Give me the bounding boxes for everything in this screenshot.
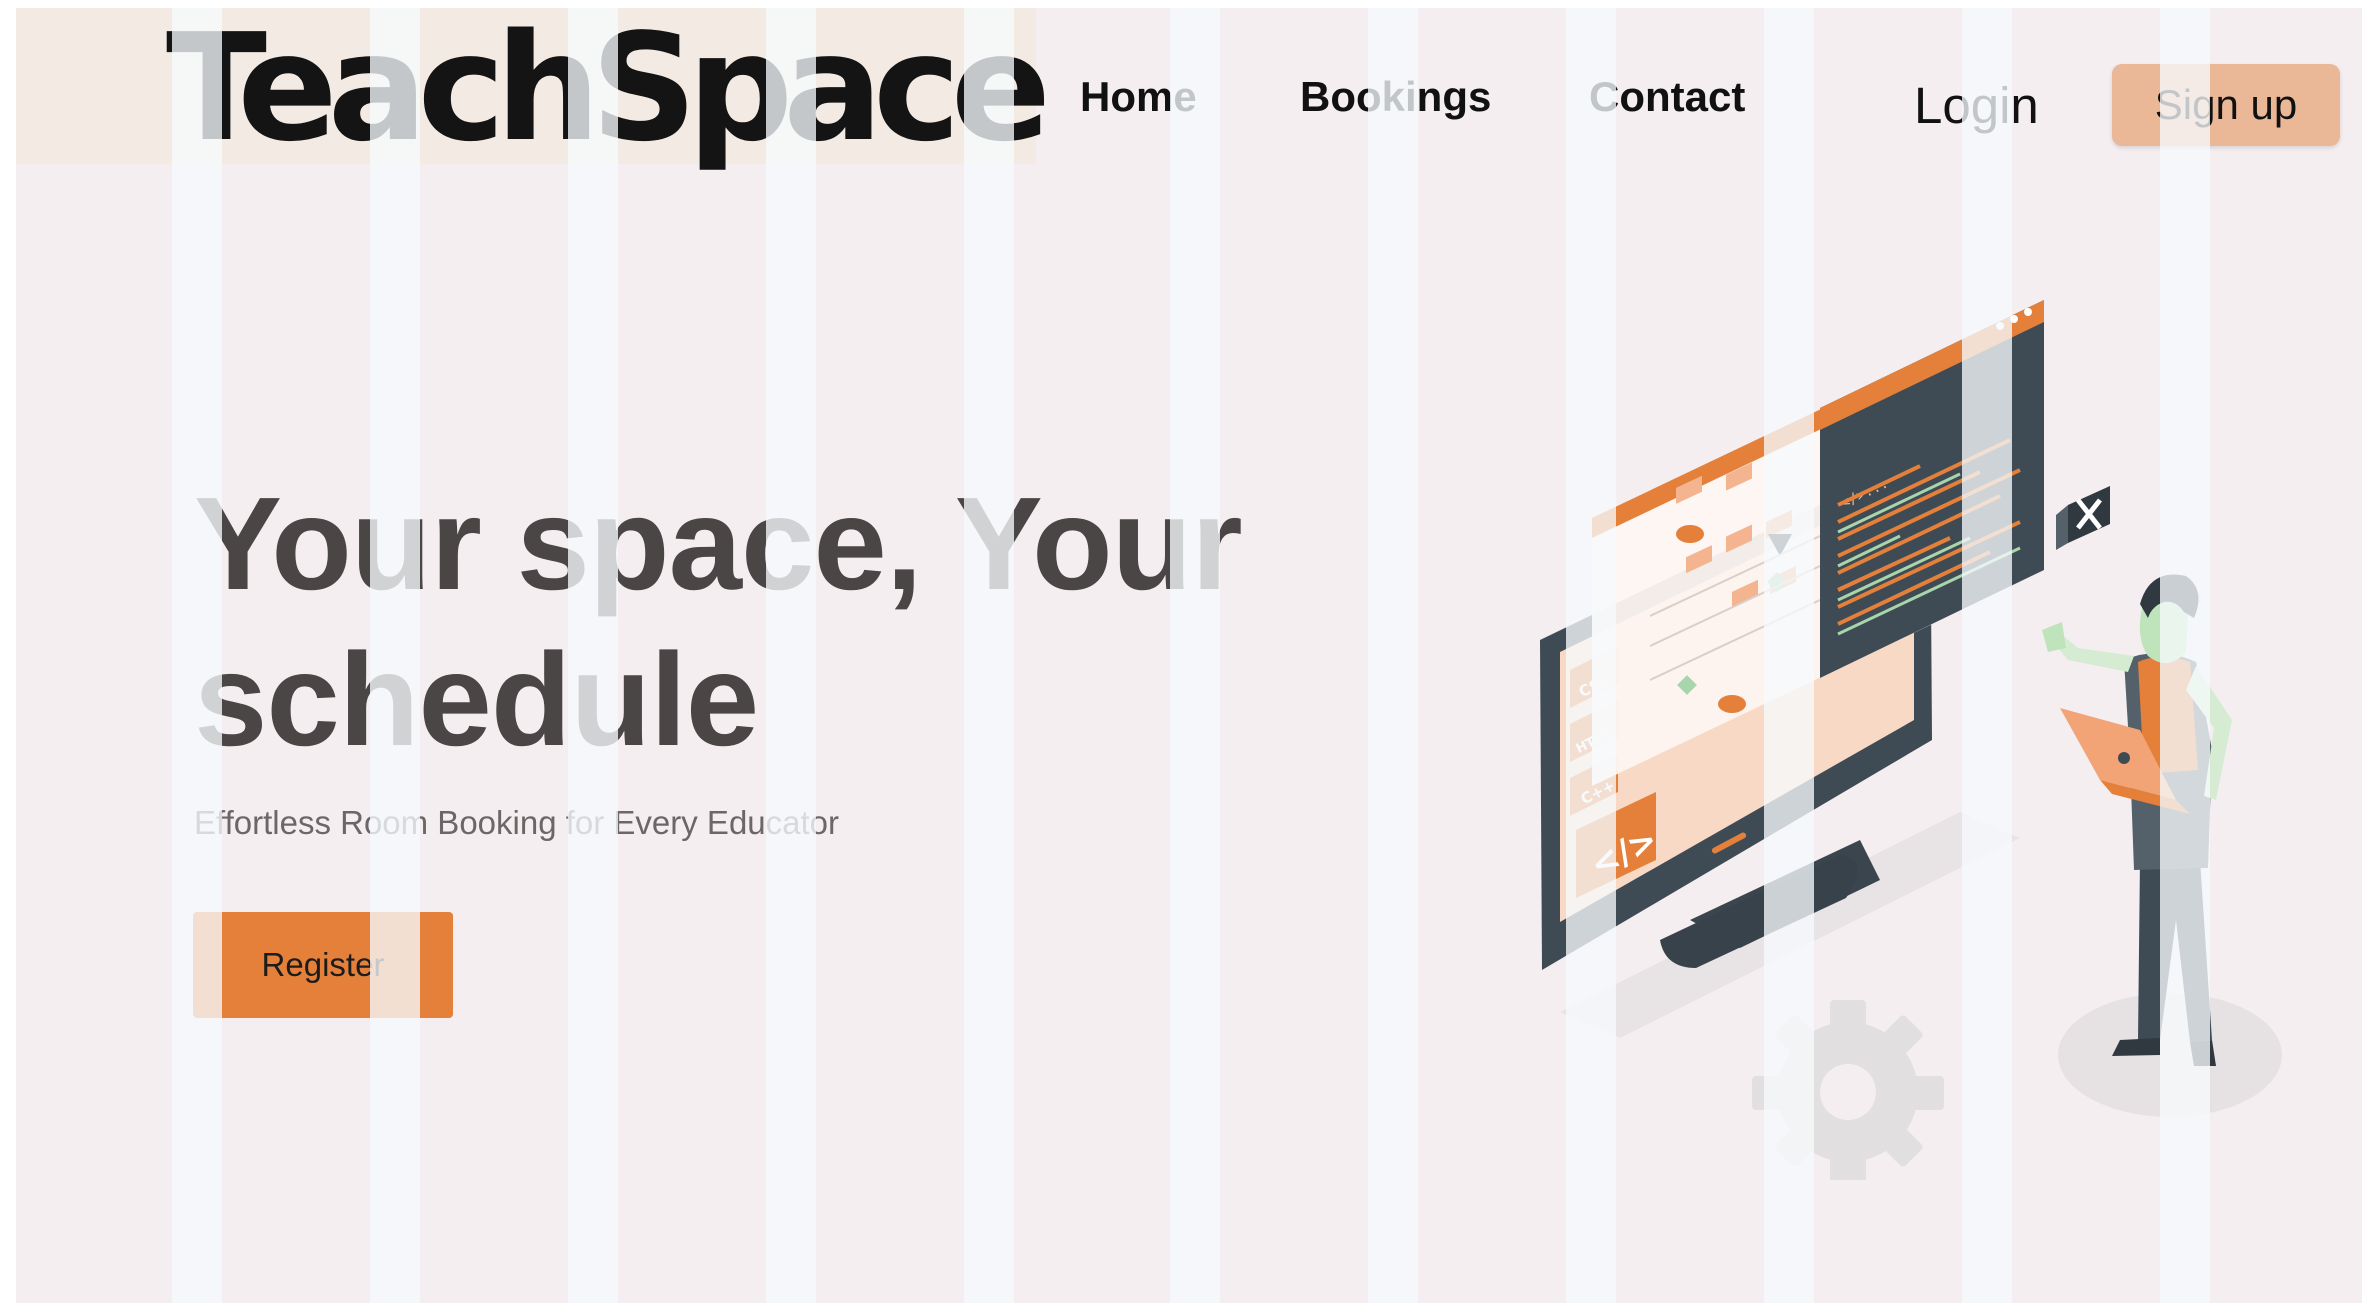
code-window: </>... bbox=[1820, 300, 2044, 678]
hero-subtitle: Effortless Room Booking for Every Educat… bbox=[194, 804, 840, 841]
hero-title: Your space, Your schedule bbox=[194, 470, 1243, 773]
gear-icon bbox=[1752, 1000, 1944, 1180]
logo-container[interactable]: TeachSpace bbox=[16, 8, 1051, 164]
landing-page: TeachSpace Home Bookings Contact Login S… bbox=[0, 0, 2362, 1303]
logo[interactable]: TeachSpace bbox=[166, 14, 1051, 162]
person-figure bbox=[2042, 574, 2232, 1066]
register-button[interactable]: Register bbox=[193, 912, 453, 1018]
nav-contact[interactable]: Contact bbox=[1589, 76, 1745, 118]
person-shadow bbox=[2058, 993, 2282, 1117]
close-icon bbox=[2056, 486, 2110, 550]
login-link[interactable]: Login bbox=[1914, 80, 2039, 131]
signup-button[interactable]: Sign up bbox=[2112, 64, 2340, 146]
developer-illustration: CSS HTML C++ </> bbox=[1540, 300, 2282, 1180]
left-edge-strip bbox=[0, 0, 16, 1303]
nav-bookings[interactable]: Bookings bbox=[1300, 76, 1491, 118]
nav-home[interactable]: Home bbox=[1080, 76, 1197, 118]
